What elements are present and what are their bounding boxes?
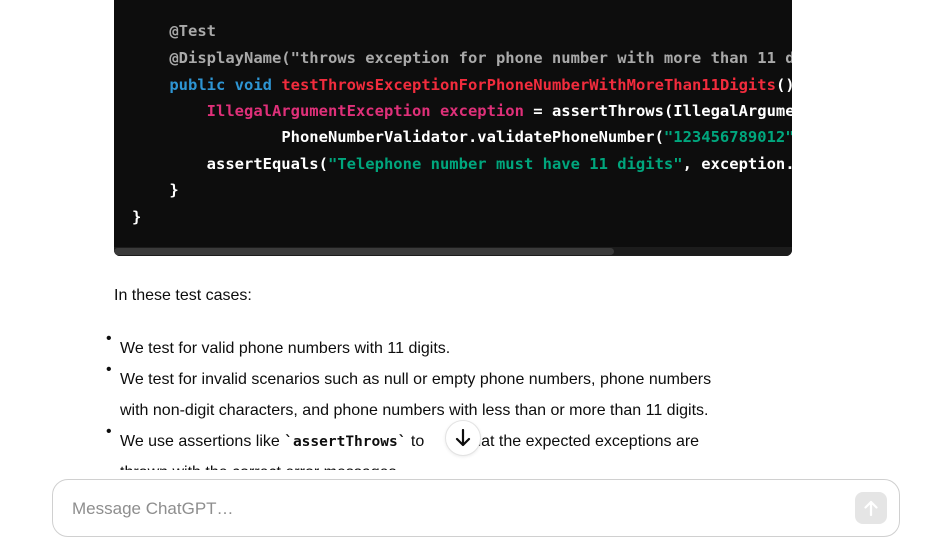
message-composer <box>52 479 900 538</box>
inline-code: `assertThrows` <box>284 434 407 450</box>
code-line: assertEquals("Telephone number must have… <box>132 151 792 177</box>
response-paragraph: In these test cases: <box>114 287 252 304</box>
code-block: @Test @DisplayName("throws exception for… <box>114 0 792 256</box>
code-line: } <box>132 177 179 203</box>
list-text: We use assertions like <box>120 433 285 450</box>
list-item: We test for valid phone numbers with 11 … <box>120 333 450 364</box>
code-token: "123456789012" <box>663 128 792 146</box>
code-token: = assertThrows(IllegalArgume <box>523 102 792 120</box>
arrow-up-icon <box>864 500 878 516</box>
list-item: We test for invalid scenarios such as nu… <box>120 364 711 395</box>
code-line: } <box>132 204 141 230</box>
code-line: PhoneNumberValidator.validatePhoneNumber… <box>132 124 792 150</box>
code-token: exception <box>439 102 524 120</box>
code-token: } <box>132 208 142 226</box>
code-token: @DisplayName("throws exception for phone… <box>169 49 792 67</box>
code-line: @Test <box>132 18 216 44</box>
code-token: void <box>234 76 272 94</box>
code-horizontal-scrollbar[interactable] <box>114 247 792 256</box>
list-text: We test for invalid scenarios such as nu… <box>120 371 712 388</box>
code-token: "Telephone number must have 11 digits" <box>327 155 683 173</box>
code-line: @DisplayName("throws exception for phone… <box>132 45 792 71</box>
message-input[interactable] <box>70 480 834 538</box>
scrollbar-thumb[interactable] <box>114 248 614 255</box>
code-token: testThrowsExceptionForPhoneNumberWithMor… <box>281 76 776 94</box>
bullet-marker: • <box>106 361 112 378</box>
list-item: with non-digit characters, and phone num… <box>120 395 708 426</box>
arrow-down-icon <box>455 429 471 447</box>
code-token: @Test <box>169 22 216 40</box>
list-text: fy that the expected exceptions are <box>450 433 700 450</box>
scroll-to-bottom-button[interactable] <box>445 420 481 456</box>
code-token: assertEquals( <box>206 155 328 173</box>
code-token: () <box>775 76 792 94</box>
list-text: with non-digit characters, and phone num… <box>120 402 709 419</box>
code-line: public void testThrowsExceptionForPhoneN… <box>132 72 792 98</box>
list-item: We use assertions like `assertThrows` to… <box>120 426 699 457</box>
code-token: public <box>169 76 226 94</box>
list-text: to <box>406 433 429 450</box>
code-line: IllegalArgumentException exception = ass… <box>132 98 792 124</box>
bullet-marker: • <box>106 423 112 440</box>
send-button[interactable] <box>855 492 887 524</box>
list-text: We test for valid phone numbers with 11 … <box>120 340 451 357</box>
code-token: , exception. <box>682 155 792 173</box>
bullet-marker: • <box>106 330 112 347</box>
code-lines: @Test @DisplayName("throws exception for… <box>114 0 792 240</box>
code-token: PhoneNumberValidator.validatePhoneNumber… <box>281 128 664 146</box>
code-token: } <box>169 181 179 199</box>
code-token: IllegalArgumentException <box>206 102 431 120</box>
